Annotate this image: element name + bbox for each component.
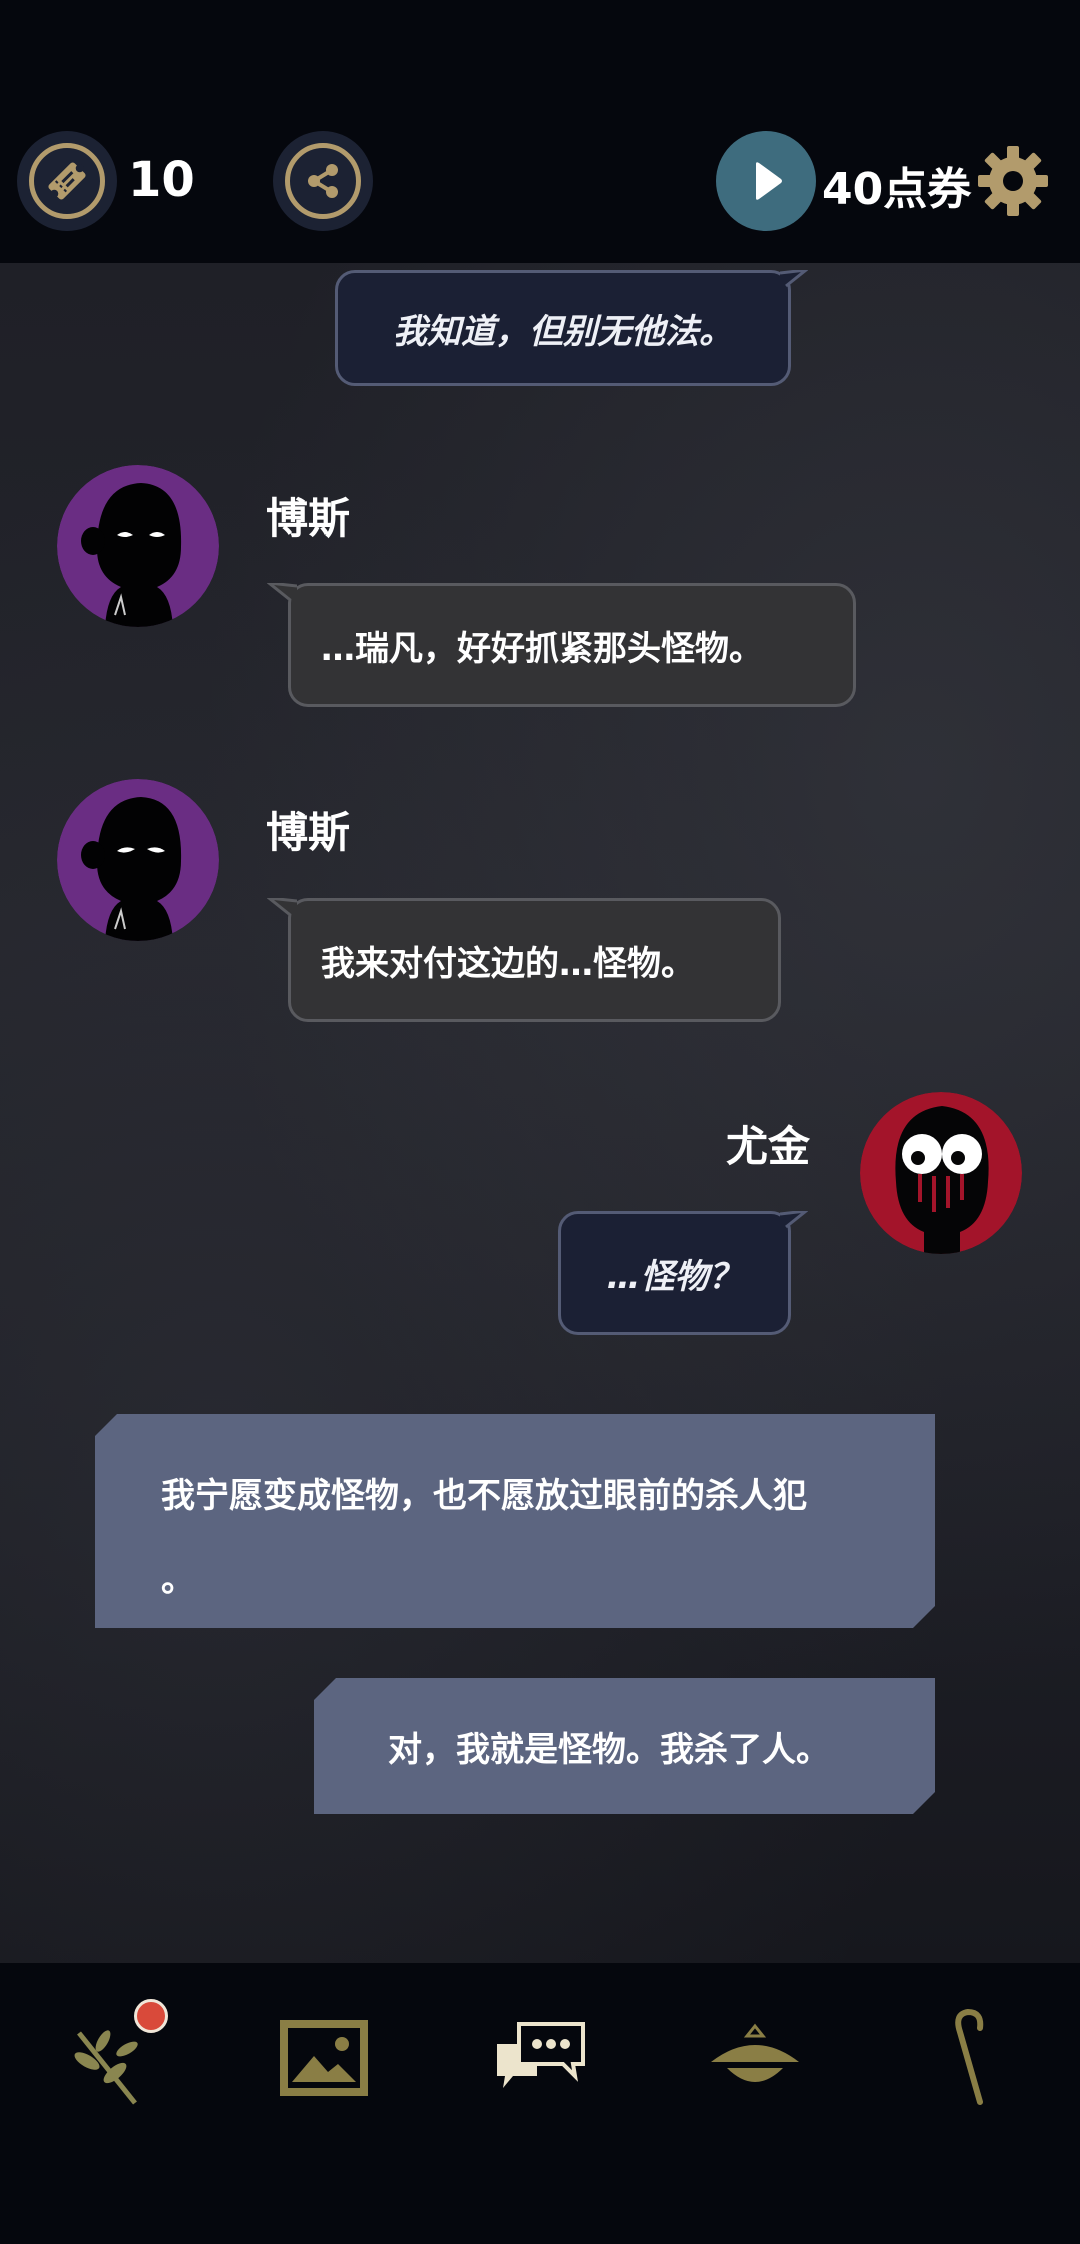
narration-text: 对，我就是怪物。我杀了人。 xyxy=(388,1729,830,1770)
bubble-tail xyxy=(780,1211,808,1231)
settings-button[interactable] xyxy=(976,144,1050,218)
bubble-tail xyxy=(780,270,808,290)
gear-icon xyxy=(978,146,1048,216)
message-text: 我来对付这边的…怪物。 xyxy=(321,943,695,984)
nav-lamp[interactable] xyxy=(700,2003,810,2113)
masked-face-avatar-icon xyxy=(860,1092,1022,1254)
coupon-balance[interactable]: 40点券 xyxy=(822,153,971,217)
ticket-count: 10 xyxy=(128,152,195,208)
nav-chat[interactable] xyxy=(484,2003,594,2113)
message-text: …怪物？ xyxy=(606,1256,743,1297)
gallery-icon xyxy=(280,2020,368,2096)
speaker-name: 博斯 xyxy=(266,494,351,543)
speaker-name: 博斯 xyxy=(266,808,351,857)
npc-message: 我来对付这边的…怪物。 xyxy=(267,898,781,1022)
player-avatar[interactable] xyxy=(860,1092,1022,1254)
bottom-nav xyxy=(0,1963,1080,2244)
lamp-icon xyxy=(711,2023,799,2082)
top-bar: 10 40点券 xyxy=(0,0,1080,263)
silhouette-avatar-icon xyxy=(57,779,219,941)
nav-branch[interactable] xyxy=(60,1999,170,2113)
npc-avatar[interactable] xyxy=(57,465,219,627)
silhouette-avatar-icon xyxy=(57,465,219,627)
npc-avatar[interactable] xyxy=(57,779,219,941)
nav-cane[interactable] xyxy=(916,2003,1026,2113)
ticket-icon xyxy=(29,143,105,219)
play-icon xyxy=(756,162,782,200)
player-message: 我知道，但别无他法。 xyxy=(335,270,808,386)
narration-text-line: 。 xyxy=(161,1560,195,1600)
speaker-name: 尤金 xyxy=(726,1122,811,1171)
message-text: …瑞凡，好好抓紧那头怪物。 xyxy=(321,628,763,669)
bubble-tail xyxy=(267,583,297,603)
message-text: 我知道，但别无他法。 xyxy=(393,311,733,352)
narration-box: 对，我就是怪物。我杀了人。 xyxy=(314,1678,935,1814)
share-button[interactable] xyxy=(273,131,373,231)
cane-icon xyxy=(955,2008,984,2105)
narration-box: 我宁愿变成怪物，也不愿放过眼前的杀人犯 。 xyxy=(95,1414,935,1628)
narration-text-line: 我宁愿变成怪物，也不愿放过眼前的杀人犯 xyxy=(161,1476,807,1516)
npc-message: …瑞凡，好好抓紧那头怪物。 xyxy=(267,583,856,707)
notification-badge xyxy=(134,1999,168,2033)
chat-icon xyxy=(497,2022,585,2088)
share-icon xyxy=(285,143,361,219)
ticket-button[interactable] xyxy=(17,131,117,231)
player-message: …怪物？ xyxy=(558,1211,808,1335)
bubble-tail xyxy=(267,898,297,918)
play-button[interactable] xyxy=(716,131,816,231)
chat-area[interactable]: 我知道，但别无他法。 博斯 …瑞凡，好好抓紧那头怪物。 博斯 我来对付这边的…怪… xyxy=(0,263,1080,1963)
nav-gallery[interactable] xyxy=(269,2003,379,2113)
